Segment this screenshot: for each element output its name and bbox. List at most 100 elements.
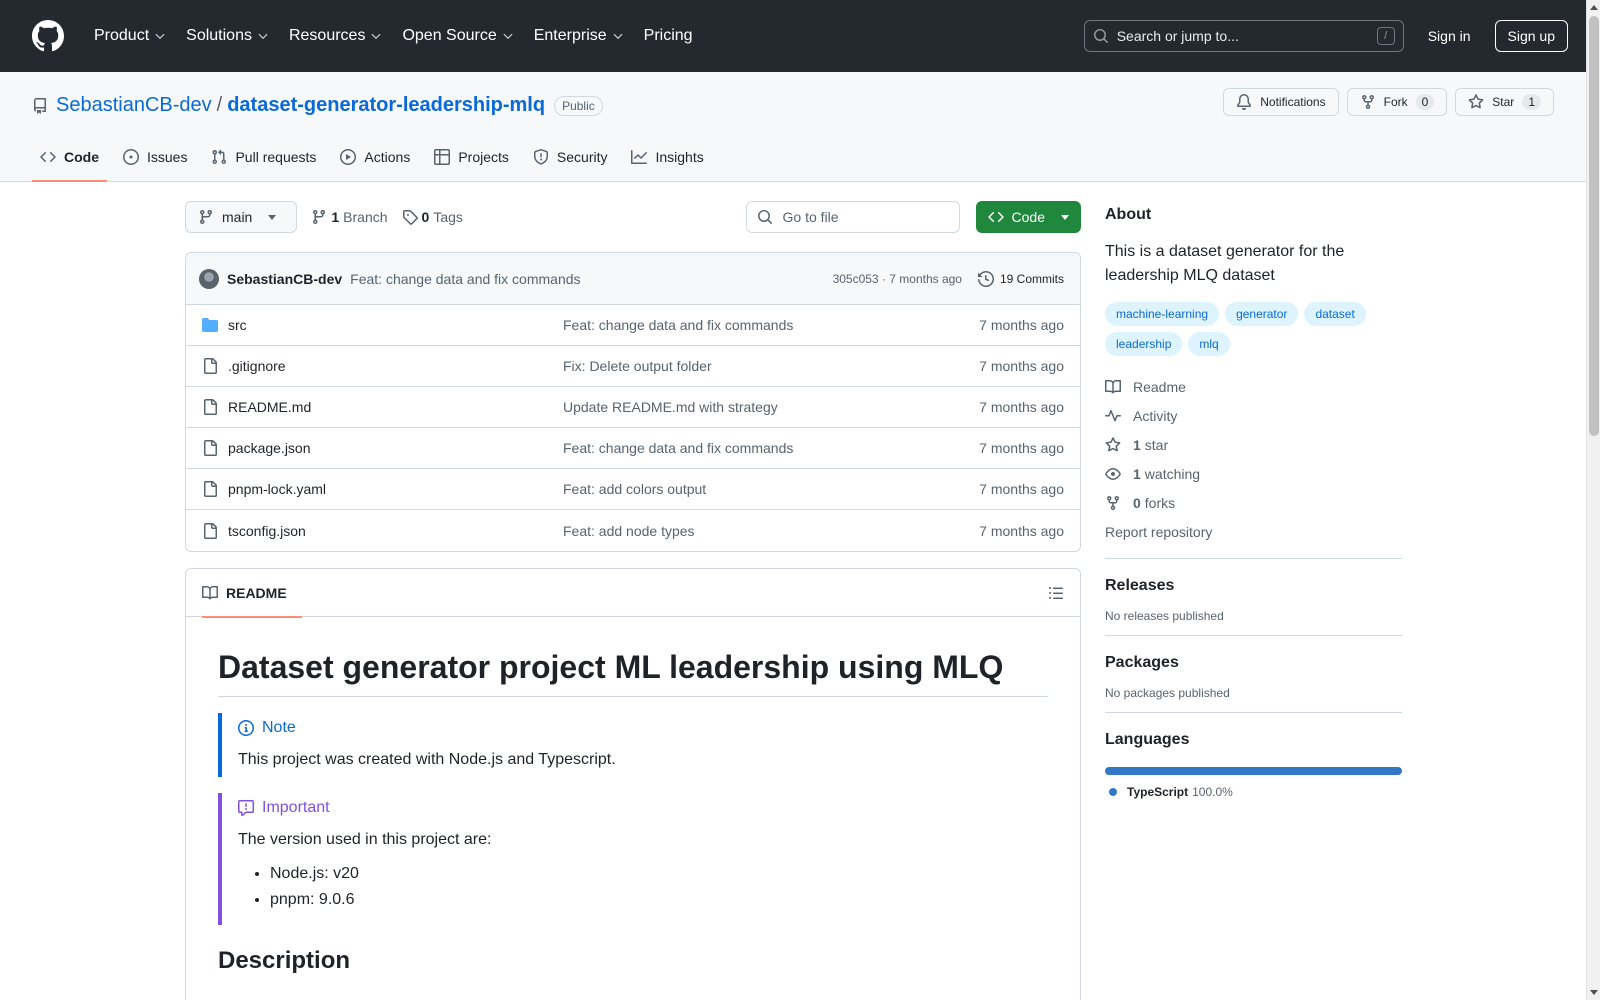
language-name: TypeScript bbox=[1127, 785, 1189, 799]
tags-link[interactable]: 0 Tags bbox=[402, 209, 463, 225]
file-commit-message-link[interactable]: Fix: Delete output folder bbox=[563, 358, 979, 374]
search-icon bbox=[1093, 29, 1108, 44]
file-name-link[interactable]: .gitignore bbox=[228, 358, 563, 374]
file-commit-message-link[interactable]: Feat: change data and fix commands bbox=[563, 440, 979, 456]
file-name-link[interactable]: src bbox=[228, 317, 563, 333]
topic-tag[interactable]: dataset bbox=[1304, 302, 1366, 326]
search-shortcut-key: / bbox=[1376, 27, 1395, 45]
tab-insights[interactable]: Insights bbox=[623, 134, 711, 182]
tab-pull-requests[interactable]: Pull requests bbox=[203, 134, 324, 182]
sign-up-button[interactable]: Sign up bbox=[1494, 20, 1568, 52]
table-row[interactable]: README.md Update README.md with strategy 7… bbox=[186, 387, 1080, 428]
go-to-file-input[interactable]: Go to file bbox=[745, 201, 960, 233]
sign-in-link[interactable]: Sign in bbox=[1420, 28, 1479, 44]
scroll-down-arrow-icon[interactable] bbox=[1590, 990, 1598, 995]
file-name-link[interactable]: README.md bbox=[228, 399, 563, 415]
global-nav-solutions[interactable]: Solutions bbox=[178, 27, 277, 45]
releases-heading[interactable]: Releases bbox=[1105, 577, 1402, 595]
watchers-link[interactable]: 1 watching bbox=[1105, 459, 1402, 488]
issue-icon bbox=[123, 149, 139, 165]
global-nav-pricing[interactable]: Pricing bbox=[636, 27, 701, 45]
tag-icon bbox=[402, 210, 418, 225]
chevron-down-icon bbox=[613, 33, 623, 40]
caret-down-icon bbox=[268, 215, 277, 220]
fork-count: 0 bbox=[1415, 94, 1435, 110]
file-name-link[interactable]: pnpm-lock.yaml bbox=[228, 481, 563, 497]
code-dropdown-button[interactable]: Code bbox=[975, 201, 1081, 233]
tab-issues[interactable]: Issues bbox=[115, 134, 195, 182]
star-button[interactable]: Star 1 bbox=[1455, 88, 1554, 116]
code-icon bbox=[40, 151, 56, 163]
fork-label: Fork bbox=[1383, 95, 1408, 109]
avatar[interactable] bbox=[199, 268, 219, 289]
global-nav-open-source[interactable]: Open Source bbox=[394, 27, 521, 45]
fork-button[interactable]: Fork 0 bbox=[1346, 88, 1448, 116]
file-name-link[interactable]: package.json bbox=[228, 440, 563, 456]
repo-name-link[interactable]: dataset-generator-leadership-mlq bbox=[227, 94, 545, 117]
stars-link[interactable]: 1 star bbox=[1105, 430, 1402, 459]
forks-count: 0 bbox=[1133, 494, 1141, 511]
table-row[interactable]: pnpm-lock.yaml Feat: add colors output 7 m… bbox=[186, 469, 1080, 510]
list-item: pnpm: 9.0.6 bbox=[270, 891, 1032, 909]
topic-tag[interactable]: machine-learning bbox=[1105, 302, 1220, 326]
scrollbar-thumb[interactable] bbox=[1589, 16, 1599, 436]
scroll-up-arrow-icon[interactable] bbox=[1590, 5, 1598, 10]
file-name-link[interactable]: tsconfig.json bbox=[228, 523, 563, 539]
commits-history-link[interactable]: 19 Commits bbox=[977, 270, 1064, 287]
topic-list: machine-learning generator dataset leadersh… bbox=[1105, 302, 1402, 356]
file-icon bbox=[204, 481, 217, 497]
branch-selector[interactable]: main bbox=[185, 201, 298, 233]
file-commit-message-link[interactable]: Feat: add colors output bbox=[563, 481, 979, 497]
table-row[interactable]: src Feat: change data and fix commands 7 m… bbox=[186, 305, 1080, 346]
file-commit-message-link[interactable]: Feat: change data and fix commands bbox=[563, 317, 979, 333]
commit-message-link[interactable]: Feat: change data and fix commands bbox=[350, 271, 580, 287]
global-nav-enterprise[interactable]: Enterprise bbox=[526, 27, 632, 45]
report-repository-link[interactable]: Report repository bbox=[1105, 517, 1402, 546]
readme-title: Dataset generator project ML leadership … bbox=[218, 649, 1048, 697]
packages-heading[interactable]: Packages bbox=[1105, 654, 1402, 672]
topic-tag[interactable]: mlq bbox=[1188, 332, 1230, 356]
table-row[interactable]: .gitignore Fix: Delete output folder 7 mon… bbox=[186, 346, 1080, 387]
commits-count: 19 Commits bbox=[999, 271, 1064, 286]
activity-link[interactable]: Activity bbox=[1105, 401, 1402, 430]
tab-pull-requests-label: Pull requests bbox=[235, 149, 317, 165]
topic-tag[interactable]: leadership bbox=[1105, 332, 1183, 356]
version-list: Node.js: v20 pnpm: 9.0.6 bbox=[270, 865, 1032, 909]
commit-hash-time[interactable]: 305c053 · 7 months ago bbox=[833, 272, 962, 286]
tab-security[interactable]: Security bbox=[525, 134, 616, 182]
file-icon bbox=[204, 522, 217, 539]
tab-code[interactable]: Code bbox=[32, 134, 107, 182]
readme-header: README bbox=[186, 569, 1080, 618]
file-commit-age: 7 months ago bbox=[979, 522, 1064, 539]
table-row[interactable]: tsconfig.json Feat: add node types 7 month… bbox=[186, 510, 1080, 551]
repo-owner-link[interactable]: SebastianCB-dev bbox=[56, 94, 212, 117]
tab-issues-label: Issues bbox=[147, 149, 188, 165]
search-input[interactable]: Search or jump to... / bbox=[1083, 20, 1404, 52]
table-row[interactable]: package.json Feat: change data and fix co… bbox=[186, 428, 1080, 469]
note-title-text: Note bbox=[262, 719, 296, 736]
language-percent: 100.0% bbox=[1192, 785, 1233, 799]
topic-tag[interactable]: generator bbox=[1225, 302, 1299, 326]
global-nav-product[interactable]: Product bbox=[86, 27, 174, 45]
language-item[interactable]: TypeScript 100.0% bbox=[1105, 785, 1402, 799]
readme-tab[interactable]: README bbox=[202, 570, 302, 618]
note-text: This project was created with Node.js an… bbox=[238, 751, 616, 768]
file-commit-message-link[interactable]: Feat: add node types bbox=[563, 523, 979, 539]
file-browser: SebastianCB-dev Feat: change data and fi… bbox=[185, 252, 1081, 552]
global-nav-label: Pricing bbox=[643, 27, 693, 44]
tab-projects[interactable]: Projects bbox=[426, 134, 517, 182]
github-logo-icon[interactable] bbox=[32, 20, 64, 52]
forks-link[interactable]: 0 forks bbox=[1105, 488, 1402, 517]
latest-commit-bar: SebastianCB-dev Feat: change data and fi… bbox=[186, 253, 1080, 305]
commit-author-link[interactable]: SebastianCB-dev bbox=[227, 271, 342, 287]
stars-label: star bbox=[1144, 436, 1169, 453]
readme-link[interactable]: Readme bbox=[1105, 372, 1402, 401]
list-unordered-icon[interactable] bbox=[1048, 585, 1064, 601]
notifications-button[interactable]: Notifications bbox=[1223, 88, 1339, 116]
branches-link[interactable]: 1 Branch bbox=[311, 209, 388, 225]
global-nav-resources[interactable]: Resources bbox=[281, 27, 390, 45]
file-commit-message-link[interactable]: Update README.md with strategy bbox=[563, 399, 979, 415]
page-scrollbar[interactable] bbox=[1586, 0, 1600, 1000]
tab-actions[interactable]: Actions bbox=[332, 134, 418, 182]
note-callout: Note This project was created with Node.… bbox=[218, 713, 1048, 777]
